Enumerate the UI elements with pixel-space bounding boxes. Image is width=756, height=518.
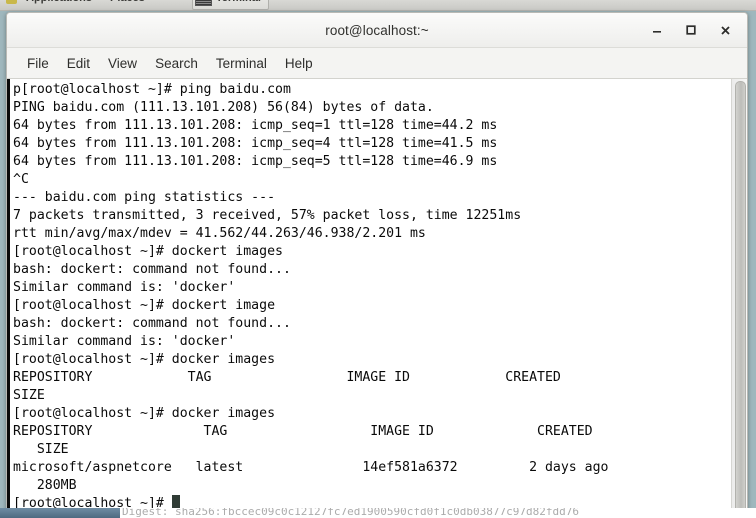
terminal-line: rtt min/avg/max/mdev = 41.562/44.263/46.… — [13, 226, 426, 241]
close-icon — [720, 25, 730, 35]
background-window-titlebar — [0, 508, 120, 518]
terminal-line: 280MB — [13, 478, 77, 493]
terminal-line: 64 bytes from 111.13.101.208: icmp_seq=4… — [13, 136, 498, 151]
terminal-line: 64 bytes from 111.13.101.208: icmp_seq=1… — [13, 118, 498, 133]
terminal-icon — [194, 0, 212, 6]
terminal-line: SIZE — [13, 388, 45, 403]
terminal-line: ^C — [13, 172, 29, 187]
terminal-line: PING baidu.com (111.13.101.208) 56(84) b… — [13, 100, 434, 115]
menu-item-edit[interactable]: Edit — [59, 53, 98, 74]
background-window-strip: Digest: sha256:fbccec09c0c12127fc7ed1900… — [0, 508, 756, 518]
applications-menu-icon — [6, 0, 17, 4]
background-window-text: Digest: sha256:fbccec09c0c12127fc7ed1900… — [122, 508, 579, 518]
menu-item-view[interactable]: View — [100, 53, 145, 74]
maximize-button[interactable] — [674, 14, 708, 46]
maximize-icon — [686, 25, 696, 35]
terminal-output[interactable]: p[root@localhost ~]# ping baidu.com PING … — [10, 79, 731, 517]
terminal-line: [root@localhost ~]# docker images — [13, 406, 276, 421]
terminal-line: Similar command is: 'docker' — [13, 280, 236, 295]
terminal-line: REPOSITORY TAG IMAGE ID CREATED — [13, 424, 593, 439]
taskbar-item-terminal[interactable]: Terminal — [191, 0, 269, 10]
terminal-line: microsoft/aspnetcore latest 14ef581a6372… — [13, 460, 609, 475]
terminal-scrollbar[interactable] — [731, 79, 747, 517]
terminal-line: 64 bytes from 111.13.101.208: icmp_seq=5… — [13, 154, 498, 169]
terminal-cursor — [171, 495, 180, 509]
terminal-line: REPOSITORY TAG IMAGE ID CREATED — [13, 370, 561, 385]
menu-item-help[interactable]: Help — [277, 53, 321, 74]
terminal-line: [root@localhost ~]# dockert image — [13, 298, 276, 313]
scrollbar-thumb[interactable] — [735, 81, 746, 515]
terminal-window: root@localhost:~ File Edit View Search T… — [6, 12, 748, 518]
applications-menu[interactable]: Applications — [17, 0, 101, 10]
terminal-line: 7 packets transmitted, 3 received, 57% p… — [13, 208, 522, 223]
terminal-line: [root@localhost ~]# docker images — [13, 352, 276, 367]
minimize-button[interactable] — [640, 14, 674, 46]
title-bar[interactable]: root@localhost:~ — [7, 13, 747, 48]
menu-item-terminal[interactable]: Terminal — [208, 53, 275, 74]
terminal-line: --- baidu.com ping statistics --- — [13, 190, 276, 205]
terminal-line: [root@localhost ~]# dockert images — [13, 244, 283, 259]
menu-item-search[interactable]: Search — [147, 53, 206, 74]
terminal-body[interactable]: p[root@localhost ~]# ping baidu.com PING … — [7, 79, 747, 517]
minimize-icon — [653, 31, 661, 33]
taskbar-item-label: Terminal — [216, 0, 261, 4]
terminal-line: p[root@localhost ~]# ping baidu.com — [13, 82, 291, 97]
menu-item-file[interactable]: File — [19, 53, 57, 74]
terminal-line: Similar command is: 'docker' — [13, 334, 236, 349]
window-title: root@localhost:~ — [325, 22, 429, 38]
terminal-line: SIZE — [13, 442, 69, 457]
desktop-background: Applications Places Terminal root@localh… — [0, 0, 756, 518]
terminal-line: bash: dockert: command not found... — [13, 316, 291, 331]
window-controls — [640, 13, 742, 47]
desktop-top-panel: Applications Places Terminal — [0, 0, 756, 11]
terminal-line: bash: dockert: command not found... — [13, 262, 291, 277]
menu-bar: File Edit View Search Terminal Help — [7, 48, 747, 79]
places-menu[interactable]: Places — [101, 0, 154, 10]
close-button[interactable] — [708, 14, 742, 46]
